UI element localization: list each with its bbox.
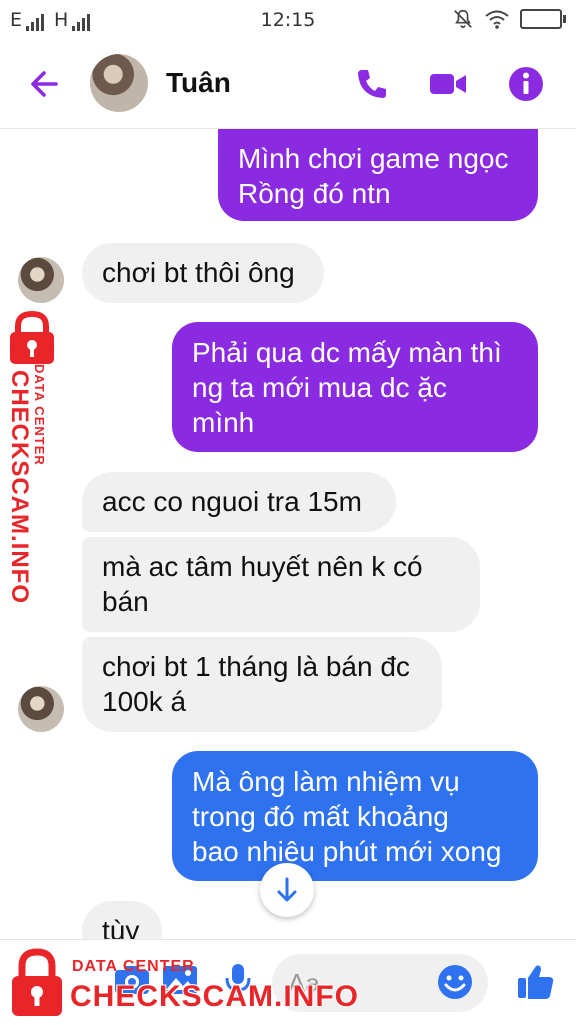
- contact-name[interactable]: Tuân: [166, 67, 231, 99]
- message-text: mà ac tâm huyết nên k có bán: [102, 551, 423, 617]
- contact-avatar-small: [18, 686, 64, 732]
- outgoing-message[interactable]: Mình chơi game ngọc Rồng đó ntn: [218, 129, 538, 221]
- message-text: chơi bt 1 tháng là bán đc 100k á: [102, 651, 410, 717]
- incoming-message[interactable]: mà ac tâm huyết nên k có bán: [82, 537, 480, 632]
- incoming-message[interactable]: acc co nguoi tra 15m: [82, 472, 396, 532]
- scroll-to-bottom-button[interactable]: [260, 863, 314, 917]
- info-icon[interactable]: [506, 64, 546, 104]
- battery-icon: [520, 9, 566, 29]
- mute-bell-icon: [454, 9, 472, 29]
- lock-icon: [10, 310, 54, 364]
- wifi-icon: [485, 10, 509, 29]
- message-text: tùy: [102, 915, 140, 939]
- message-list[interactable]: Mình chơi game ngọc Rồng đó ntn chơi bt …: [0, 129, 576, 939]
- outgoing-message[interactable]: Phải qua dc mấy màn thì ng ta mới mua dc…: [172, 322, 538, 452]
- watermark-bottom: DATA CENTER CHECKSCAM.INFO: [0, 944, 360, 1024]
- watermark-datacenter: DATA CENTER: [72, 958, 195, 975]
- outgoing-message[interactable]: Mà ông làm nhiệm vụ trong đó mất khoảng …: [172, 751, 538, 881]
- conversation-header: Tuân: [0, 40, 576, 129]
- watermark-brand-vertical: CHECKSCAM.INFO: [6, 370, 33, 604]
- message-text: chơi bt thôi ông: [102, 257, 295, 288]
- like-icon[interactable]: [514, 960, 558, 1004]
- status-bar: E H 12:15: [0, 0, 576, 40]
- incoming-message[interactable]: tùy: [82, 901, 162, 939]
- back-arrow-icon[interactable]: [26, 64, 66, 104]
- incoming-message[interactable]: chơi bt thôi ông: [82, 243, 324, 303]
- arrow-down-icon: [277, 877, 297, 902]
- lock-icon: [12, 948, 62, 1016]
- phone-icon[interactable]: [352, 64, 392, 104]
- video-camera-icon[interactable]: [428, 64, 468, 104]
- message-text: Phải qua dc mấy màn thì ng ta mới mua dc…: [192, 337, 502, 438]
- contact-avatar-small: [18, 257, 64, 303]
- contact-avatar[interactable]: [90, 54, 148, 112]
- emoji-icon[interactable]: [436, 963, 474, 1001]
- message-text: Mà ông làm nhiệm vụ trong đó mất khoảng …: [192, 766, 502, 867]
- message-text: Mình chơi game ngọc Rồng đó ntn: [238, 143, 509, 209]
- watermark-brand: CHECKSCAM.INFO: [70, 980, 359, 1013]
- incoming-message[interactable]: chơi bt 1 tháng là bán đc 100k á: [82, 637, 442, 732]
- watermark-datacenter-vertical: DATA CENTER: [32, 364, 47, 466]
- message-text: acc co nguoi tra 15m: [102, 486, 362, 517]
